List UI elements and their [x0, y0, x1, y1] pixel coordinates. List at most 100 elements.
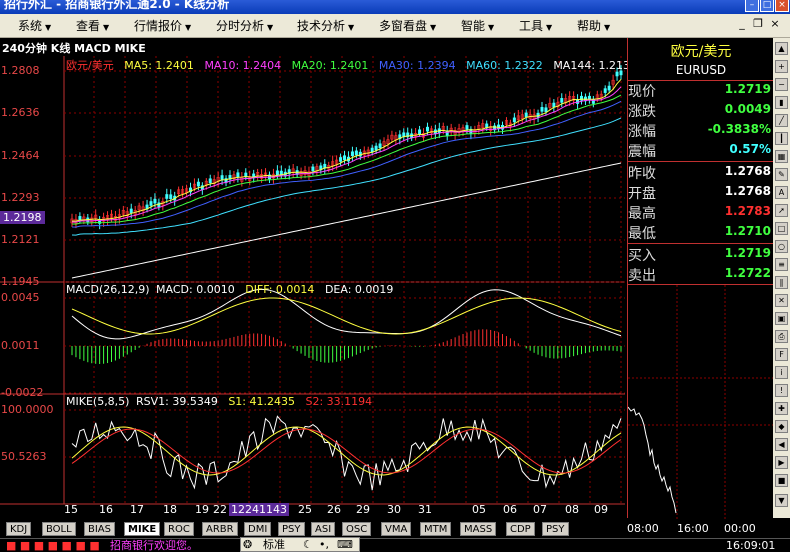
window-titlebar: 招行外汇 - 招商银行外汇通2.0 - K线分析 – □ × — [0, 0, 790, 14]
tool-delete-icon[interactable]: ✕ — [775, 294, 788, 307]
menu-multiwindow-label: 多窗看盘 — [379, 19, 428, 33]
tool-zoomout-icon[interactable]: − — [775, 78, 788, 91]
menu-intraday[interactable]: 分时分析 ▼ — [216, 18, 273, 35]
candle-body — [540, 107, 544, 112]
tool-bar-icon[interactable]: ┃ — [775, 132, 788, 145]
tick-time-label: 16:00 — [677, 522, 709, 535]
menu-smart[interactable]: 智能 ▼ — [461, 18, 494, 35]
status-bar: ■ ■ ■ ■ ■ ■ ■ 招商银行欢迎您。 16:09:01 — [0, 538, 790, 552]
quote-row-low: 最低 1.2710 — [628, 222, 774, 242]
tab-mtm[interactable]: MTM — [420, 522, 452, 536]
chart-period-title: 240分钟 K线 MACD MIKE — [2, 42, 146, 55]
close-icon[interactable]: × — [775, 0, 789, 12]
tool-print-icon[interactable]: ⎙ — [775, 330, 788, 343]
mdi-minimize-icon[interactable]: _ — [735, 17, 749, 31]
maximize-icon[interactable]: □ — [760, 0, 774, 12]
mike-s2: S2: 33.1194 — [305, 395, 373, 408]
candle-body — [465, 125, 469, 130]
chevron-down-icon: ▼ — [546, 23, 553, 32]
candle-body — [378, 143, 382, 149]
candle-body — [552, 102, 556, 108]
tab-kdj[interactable]: KDJ — [6, 522, 32, 536]
tool-lock-icon[interactable]: ◆ — [775, 420, 788, 433]
x-label: 25 — [298, 503, 312, 516]
menu-view[interactable]: 查看 ▼ — [76, 18, 109, 35]
tab-osc[interactable]: OSC — [342, 522, 372, 536]
tool-rect-icon[interactable]: □ — [775, 222, 788, 235]
macd-diff: DIFF: 0.0014 — [245, 283, 315, 296]
tool-alert-icon[interactable]: ! — [775, 384, 788, 397]
tick-chart[interactable] — [627, 284, 774, 519]
tab-mike[interactable]: MIKE — [124, 522, 161, 536]
tab-arbr[interactable]: ARBR — [202, 522, 238, 536]
tool-candle-icon[interactable]: ▮ — [775, 96, 788, 109]
quote-row-bid: 买入 1.2719 — [628, 244, 774, 264]
tool-grid-icon[interactable]: ▦ — [775, 150, 788, 163]
y-label-mike: 50.5263 — [1, 450, 47, 463]
status-time: 16:09:01 — [726, 539, 776, 552]
legend-ma10: MA10: 1.2404 — [204, 59, 282, 72]
x-label: 06 — [503, 503, 517, 516]
quote-label: 卖出 — [628, 268, 656, 284]
quote-row-amplitude: 震幅 0.57% — [628, 140, 774, 160]
candle-body — [165, 194, 169, 199]
chevron-down-icon: ▼ — [185, 23, 192, 32]
tab-bias[interactable]: BIAS — [84, 522, 115, 536]
quote-value: 1.2768 — [724, 184, 771, 198]
minimize-icon[interactable]: – — [745, 0, 759, 12]
tool-play-icon[interactable]: ▶ — [775, 456, 788, 469]
tool-zoom-icon[interactable]: + — [775, 60, 788, 73]
quote-pair-code: EURUSD — [675, 63, 727, 77]
tool-stop-icon[interactable]: ■ — [775, 474, 788, 487]
tab-vma[interactable]: VMA — [381, 522, 412, 536]
menu-tools-label: 工具 — [519, 19, 544, 33]
tab-mass[interactable]: MASS — [460, 522, 497, 536]
x-label: 08 — [565, 503, 579, 516]
mdi-close-icon[interactable]: × — [768, 17, 782, 31]
candle-body — [374, 145, 378, 151]
menu-system[interactable]: 系统 ▼ — [18, 18, 51, 35]
menu-multiwindow[interactable]: 多窗看盘 ▼ — [379, 18, 436, 35]
tool-circle-icon[interactable]: ○ — [775, 240, 788, 253]
quote-label: 买入 — [628, 248, 656, 264]
tool-draw-icon[interactable]: ✎ — [775, 168, 788, 181]
mdi-restore-icon[interactable]: ❐ — [751, 17, 765, 31]
tool-down-icon[interactable]: ▼ — [775, 494, 788, 507]
menu-technical[interactable]: 技术分析 ▼ — [297, 18, 354, 35]
menu-tools[interactable]: 工具 ▼ — [519, 18, 552, 35]
menu-help[interactable]: 帮助 ▼ — [577, 18, 610, 35]
tool-cross-icon[interactable]: ✚ — [775, 402, 788, 415]
y-label-main: 1.1945 — [1, 275, 40, 288]
menu-quotes-label: 行情报价 — [134, 19, 183, 33]
candle-body — [607, 85, 611, 91]
macd-legend: MACD(26,12,9) MACD: 0.0010 DIFF: 0.0014 … — [66, 283, 400, 296]
tool-f10-icon[interactable]: F — [775, 348, 788, 361]
tab-boll[interactable]: BOLL — [42, 522, 76, 536]
tool-text-icon[interactable]: A — [775, 186, 788, 199]
candle-body — [220, 175, 224, 180]
menu-quotes[interactable]: 行情报价 ▼ — [134, 18, 191, 35]
tool-channel-icon[interactable]: ∥ — [775, 276, 788, 289]
legend-pair: 欧元/美元 — [66, 59, 114, 72]
candle-body — [129, 208, 133, 214]
ime-toolbar[interactable]: ❂ 标准 ☾ •, ⌨ — [240, 537, 360, 552]
tool-line-icon[interactable]: ╱ — [775, 114, 788, 127]
menu-smart-label: 智能 — [461, 19, 486, 33]
candle-body — [196, 181, 200, 187]
quote-value: 1.2722 — [724, 266, 771, 280]
tool-arrow-icon[interactable]: ➚ — [775, 204, 788, 217]
tool-rewind-icon[interactable]: ◀ — [775, 438, 788, 451]
tab-dmi[interactable]: DMI — [244, 522, 272, 536]
tab-asi[interactable]: ASI — [311, 522, 336, 536]
quote-label: 开盘 — [628, 186, 656, 202]
tool-fib-icon[interactable]: ≡ — [775, 258, 788, 271]
tab-psy-2[interactable]: PSY — [542, 522, 569, 536]
tool-save-icon[interactable]: ▣ — [775, 312, 788, 325]
tab-roc[interactable]: ROC — [164, 522, 194, 536]
kline-chart-area[interactable]: 欧元/美元 MA5: 1.2401 MA10: 1.2404 MA20: 1.2… — [0, 56, 637, 518]
tab-cdp[interactable]: CDP — [506, 522, 535, 536]
quote-value: 1.2719 — [724, 246, 771, 260]
tool-up-icon[interactable]: ▲ — [775, 42, 788, 55]
tool-info-icon[interactable]: i — [775, 366, 788, 379]
tab-psy[interactable]: PSY — [278, 522, 305, 536]
